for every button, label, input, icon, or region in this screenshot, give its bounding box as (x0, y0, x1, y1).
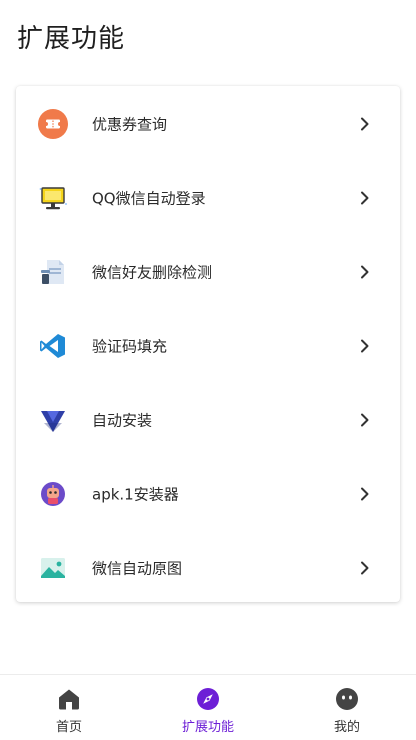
nav-label: 首页 (55, 720, 82, 735)
computer-login-icon (38, 183, 68, 213)
nav-profile[interactable]: 我的 (278, 675, 416, 740)
feature-row-friend-delete-check[interactable]: 微信好友删除检测 (16, 235, 400, 309)
bottom-navigation: 首页 扩展功能 我的 (0, 674, 416, 740)
chevron-right-icon (358, 413, 372, 427)
feature-row-coupon-query[interactable]: 优惠券查询 (16, 87, 400, 161)
chevron-right-icon (358, 117, 372, 131)
feature-row-auto-install[interactable]: 自动安装 (16, 383, 400, 457)
chevron-right-icon (358, 561, 372, 575)
feature-label: QQ微信自动登录 (92, 189, 206, 208)
nav-extensions[interactable]: 扩展功能 (139, 675, 277, 740)
feature-label: 微信好友删除检测 (92, 263, 213, 282)
chevron-right-icon (358, 487, 372, 501)
image-icon (38, 553, 68, 583)
coupon-icon (38, 109, 68, 139)
feature-row-qq-wechat-login[interactable]: QQ微信自动登录 (16, 161, 400, 235)
install-triangle-icon (38, 405, 68, 435)
home-icon (57, 687, 81, 711)
robot-icon (38, 479, 68, 509)
feature-row-apk1-installer[interactable]: apk.1安装器 (16, 457, 400, 531)
vscode-icon (38, 331, 68, 361)
feature-label: 自动安装 (92, 411, 153, 430)
feature-label: 优惠券查询 (92, 115, 168, 134)
compass-icon (196, 687, 220, 711)
face-icon (335, 687, 359, 711)
feature-list-card: 优惠券查询 QQ微信自动登录 微信好友删除检测 验证码填充 自动安装 apk.1… (16, 86, 400, 602)
page-title: 扩展功能 (17, 24, 126, 54)
nav-home[interactable]: 首页 (0, 675, 138, 740)
nav-label: 扩展功能 (181, 720, 234, 735)
feature-label: apk.1安装器 (92, 485, 179, 504)
document-check-icon (38, 257, 68, 287)
feature-label: 验证码填充 (92, 337, 168, 356)
feature-label: 微信自动原图 (92, 559, 183, 578)
chevron-right-icon (358, 191, 372, 205)
nav-label: 我的 (333, 720, 360, 735)
app-screen: 扩展功能 优惠券查询 QQ微信自动登录 微信好友删除检测 验证码填充 自动安装 … (0, 0, 416, 740)
chevron-right-icon (358, 339, 372, 353)
feature-row-captcha-fill[interactable]: 验证码填充 (16, 309, 400, 383)
feature-row-wechat-original-image[interactable]: 微信自动原图 (16, 531, 400, 605)
chevron-right-icon (358, 265, 372, 279)
